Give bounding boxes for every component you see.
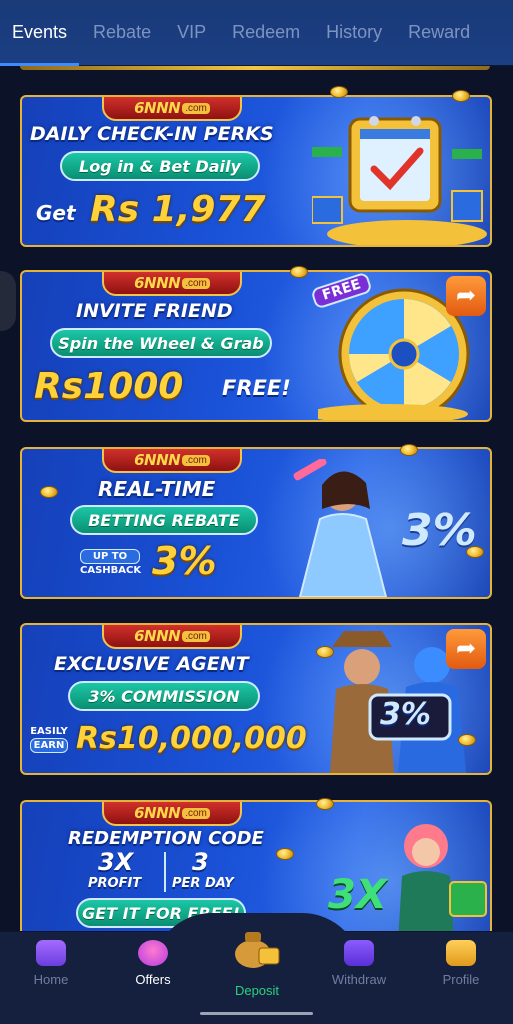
banner-title: INVITE FRIEND xyxy=(76,300,233,322)
banner-pill: BETTING REBATE xyxy=(70,505,258,535)
banner-title: EXCLUSIVE AGENT xyxy=(54,653,249,675)
banner-pill: 3% COMMISSION xyxy=(68,681,260,711)
nav-withdraw[interactable]: Withdraw xyxy=(319,940,399,987)
nav-home[interactable]: Home xyxy=(11,940,91,987)
wallet-icon xyxy=(344,940,374,966)
tab-reward[interactable]: Reward xyxy=(408,0,470,66)
upto-cashback-label: UP TO CASHBACK xyxy=(80,549,142,576)
banner-profit: PROFIT xyxy=(88,876,142,891)
brand-logo: 6NNN .com xyxy=(102,449,242,473)
system-home-indicator[interactable] xyxy=(200,1012,313,1015)
share-icon[interactable]: ➦ xyxy=(446,629,486,669)
tab-events[interactable]: Events xyxy=(0,0,80,66)
previous-banner-edge xyxy=(20,66,490,70)
banner-per-day: PER DAY xyxy=(172,876,234,891)
art-3x: 3X xyxy=(328,872,387,918)
easily-earn-label: EASILY EARN xyxy=(30,726,68,753)
banner-daily-checkin[interactable]: 6NNN .com DAILY CHECK-IN PERKS Log in & B… xyxy=(20,95,492,247)
brand-logo: 6NNN .com xyxy=(102,802,242,826)
banner-pill: Spin the Wheel & Grab xyxy=(50,328,272,358)
banner-three: 3 xyxy=(192,848,209,876)
banner-amount: Rs1000 xyxy=(34,366,184,407)
tab-history[interactable]: History xyxy=(326,0,382,66)
brand-logo: 6NNN .com xyxy=(102,625,242,649)
banner-amount: Rs10,000,000 xyxy=(76,721,307,756)
art-percent: 3% xyxy=(402,505,477,556)
banner-invite-friend[interactable]: 6NNN .com INVITE FRIEND Spin the Wheel & … xyxy=(20,270,492,422)
share-icon[interactable]: ➦ xyxy=(446,276,486,316)
banner-percent: 3% xyxy=(152,539,217,583)
offers-icon xyxy=(138,940,168,966)
banner-title: REAL-TIME xyxy=(98,477,216,501)
girl-character-illustration xyxy=(293,459,388,597)
calendar-illustration xyxy=(312,116,487,245)
banner-pill: Log in & Bet Daily xyxy=(60,151,260,181)
banner-list[interactable]: 6NNN .com DAILY CHECK-IN PERKS Log in & B… xyxy=(0,66,513,931)
top-tab-bar: Events Rebate VIP Redeem History Reward xyxy=(0,0,513,66)
banner-3x: 3X xyxy=(98,848,134,876)
events-page: Events Rebate VIP Redeem History Reward … xyxy=(0,0,513,1024)
brand-logo: 6NNN .com xyxy=(102,272,242,296)
brand-logo: 6NNN .com xyxy=(102,97,242,121)
banner-redemption-code[interactable]: 6NNN .com REDEMPTION CODE 3X PROFIT 3 PER… xyxy=(20,800,492,931)
banner-amount: Rs 1,977 xyxy=(90,189,266,230)
smiley-face-icon xyxy=(446,940,476,966)
banner-exclusive-agent[interactable]: 6NNN .com EXCLUSIVE AGENT 3% COMMISSION E… xyxy=(20,623,492,775)
banner-title: REDEMPTION CODE xyxy=(68,828,264,849)
tab-vip[interactable]: VIP xyxy=(177,0,206,66)
nav-deposit-label[interactable]: Deposit xyxy=(217,983,297,998)
nav-profile[interactable]: Profile xyxy=(421,940,501,987)
banner-betting-rebate[interactable]: 6NNN .com REAL-TIME BETTING REBATE UP TO … xyxy=(20,447,492,599)
floating-side-handle[interactable] xyxy=(0,271,16,331)
art-percent: 3% xyxy=(380,697,431,732)
banner-title: DAILY CHECK-IN PERKS xyxy=(30,123,274,145)
banner-free-text: FREE! xyxy=(222,376,291,400)
deposit-money-bag-icon[interactable] xyxy=(231,922,281,968)
nav-offers[interactable]: Offers xyxy=(113,940,193,987)
tab-rebate[interactable]: Rebate xyxy=(93,0,151,66)
banner-get-text: Get xyxy=(36,201,76,225)
tab-redeem[interactable]: Redeem xyxy=(232,0,300,66)
gamepad-icon xyxy=(36,940,66,966)
